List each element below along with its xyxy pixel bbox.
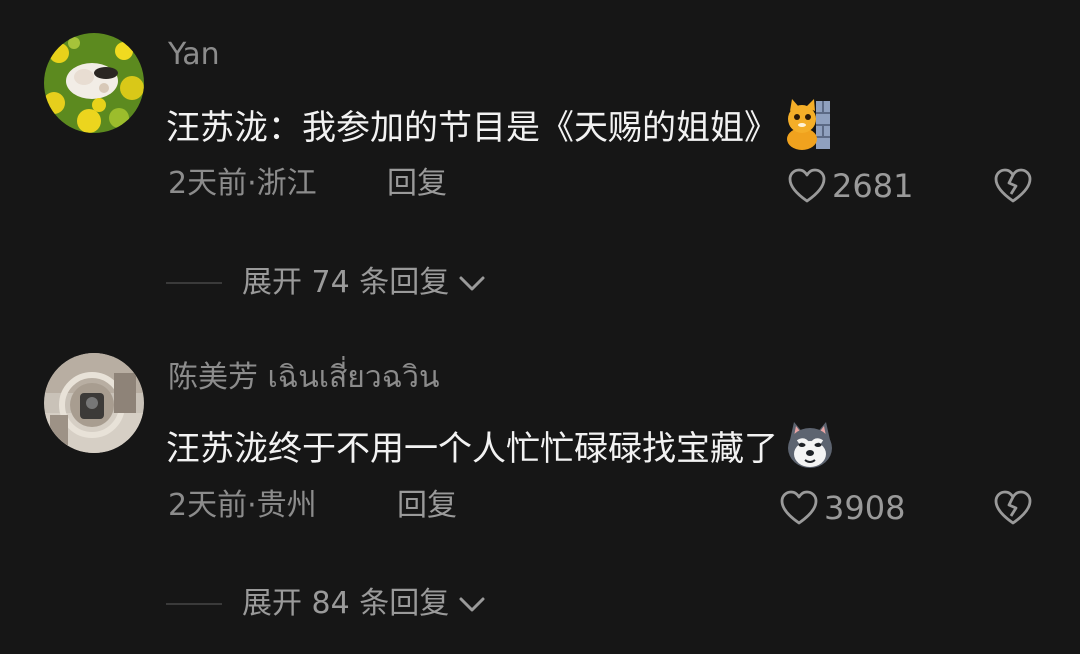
- broken-heart-icon: [994, 490, 1032, 525]
- chevron-down-icon: [459, 597, 485, 612]
- broken-heart-icon: [994, 168, 1032, 203]
- expand-replies-button[interactable]: 展开 84 条回复: [166, 589, 487, 619]
- comment-meta: 2天前·浙江: [168, 166, 317, 201]
- expand-replies-label: 展开 84 条回复: [242, 586, 450, 621]
- avatar[interactable]: [44, 33, 144, 133]
- like-button[interactable]: 3908: [780, 490, 905, 526]
- comment-text: 汪苏泷终于不用一个人忙忙碌碌找宝藏了: [166, 420, 836, 478]
- husky-dog-emoji-icon: [784, 420, 836, 478]
- comment-text-body: 汪苏泷终于不用一个人忙忙碌碌找宝藏了: [166, 429, 778, 469]
- reply-button[interactable]: 回复: [387, 169, 447, 199]
- comment-text: 汪苏泷：我参加的节目是《天赐的姐姐》: [166, 99, 832, 157]
- heart-icon: [788, 168, 826, 203]
- dislike-button[interactable]: [994, 490, 1032, 530]
- username[interactable]: 陈美芳 เฉินเสี่ยวฉวิน: [168, 363, 440, 393]
- divider: [166, 282, 222, 284]
- heart-icon: [780, 490, 818, 525]
- avatar[interactable]: [44, 353, 144, 453]
- like-button[interactable]: 2681: [788, 168, 913, 204]
- like-count: 2681: [832, 167, 914, 205]
- cat-peeking-wall-emoji-icon: [784, 99, 832, 157]
- expand-replies-button[interactable]: 展开 74 条回复: [166, 268, 487, 298]
- dislike-button[interactable]: [994, 168, 1032, 208]
- comment-text-body: 汪苏泷：我参加的节目是《天赐的姐姐》: [166, 108, 778, 148]
- like-count: 3908: [824, 489, 906, 527]
- expand-replies-label: 展开 74 条回复: [242, 265, 450, 300]
- reply-button[interactable]: 回复: [397, 491, 457, 521]
- divider: [166, 603, 222, 605]
- comment-meta: 2天前·贵州: [168, 488, 317, 523]
- username[interactable]: Yan: [168, 40, 220, 70]
- chevron-down-icon: [459, 276, 485, 291]
